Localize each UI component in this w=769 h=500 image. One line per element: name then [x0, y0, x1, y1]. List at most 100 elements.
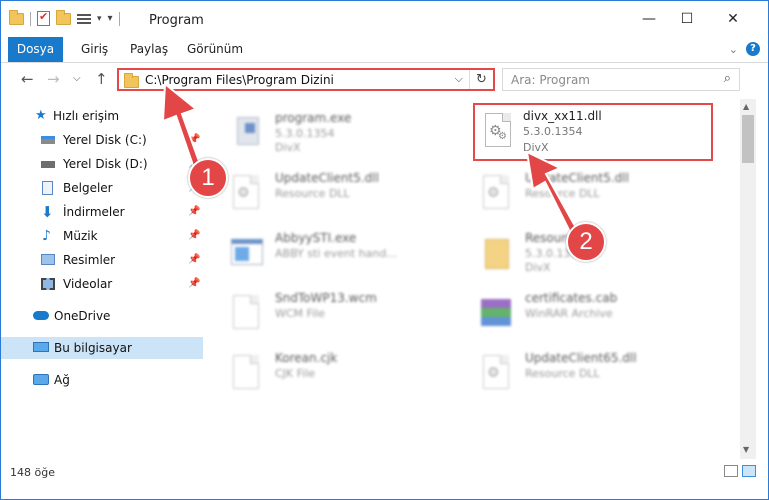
nav-item-onedrive[interactable]: OneDrive — [1, 305, 203, 327]
music-icon: ♪ — [42, 228, 51, 244]
file-tile[interactable]: Korean.cjk CJK File — [215, 343, 455, 401]
file-tile[interactable]: ⚙ UpdateClient65.dll Resource DLL — [465, 343, 705, 401]
pin-icon[interactable]: 📌 — [188, 273, 200, 295]
file-tile-highlighted[interactable]: ⚙ ⚙ divx_xx11.dll 5.3.0.1354 DivX — [473, 103, 713, 161]
file-tile[interactable]: ⚙ UpdateClient5.dll Resource DLL — [465, 163, 705, 221]
title-bar: ▾ ▾ Program — ☐ ✕ — [1, 1, 768, 37]
file-version: 5.3.0.1354 — [275, 127, 335, 140]
tiles-view-icon[interactable] — [742, 465, 756, 477]
file-tile[interactable]: ⚙ UpdateClient5.dll Resource DLL — [215, 163, 455, 221]
folder-icon — [124, 73, 139, 88]
maximize-button[interactable]: ☐ — [677, 9, 697, 29]
dll-icon: ⚙ — [479, 353, 513, 393]
dll-icon: ⚙ — [229, 173, 263, 213]
tab-dosya[interactable]: Dosya — [8, 37, 63, 62]
nav-item-label: Bu bilgisayar — [54, 341, 132, 355]
back-button[interactable]: ← — [21, 70, 34, 88]
quick-access-toolbar: ▾ ▾ — [9, 9, 120, 26]
details-view-icon[interactable] — [724, 465, 738, 477]
file-tile[interactable]: program.exe 5.3.0.1354 DivX — [215, 103, 455, 161]
nav-item-label: Belgeler — [63, 181, 113, 195]
folder-icon — [9, 9, 24, 25]
help-icon[interactable]: ? — [746, 42, 760, 56]
nav-item-label: Yerel Disk (C:) — [63, 133, 147, 147]
file-name: UpdateClient5.dll — [525, 171, 629, 185]
address-dropdown-icon[interactable]: ⌵ — [455, 72, 463, 86]
nav-item-pictures[interactable]: Resimler 📌 — [1, 249, 203, 271]
up-button[interactable]: ↑ — [95, 70, 108, 88]
file-company: DivX — [523, 141, 549, 154]
exe-window-icon — [229, 233, 263, 273]
nav-item-quick-access[interactable]: ★ Hızlı erişim — [1, 105, 203, 127]
customize-toolbar-chevron-icon[interactable]: ▾ — [97, 14, 102, 24]
pin-icon[interactable]: 📌 — [188, 201, 200, 223]
tab-gorunum[interactable]: Görünüm — [173, 37, 257, 62]
nav-item-music[interactable]: ♪ Müzik 📌 — [1, 225, 203, 247]
search-icon[interactable]: ⌕ — [724, 71, 731, 86]
status-bar: 148 öğe — [1, 461, 768, 499]
nav-item-local-disk-d[interactable]: Yerel Disk (D:) 📌 — [1, 153, 203, 175]
pin-toolbar-icon[interactable]: ▾ — [108, 13, 113, 24]
forward-button[interactable]: → — [47, 70, 60, 88]
window-title: Program — [149, 13, 204, 28]
refresh-button[interactable]: ↻ — [469, 70, 493, 89]
pictures-icon — [41, 254, 55, 265]
nav-item-network[interactable]: Ağ — [1, 369, 203, 391]
recent-locations-button[interactable]: ⌵ — [73, 73, 81, 84]
scroll-up-icon[interactable]: ▲ — [743, 102, 749, 111]
search-input[interactable]: Ara: Program — [511, 73, 590, 87]
vertical-scrollbar[interactable]: ▲ ▼ — [740, 99, 756, 459]
file-name: AbbyySTI.exe — [275, 231, 357, 245]
file-tile[interactable]: SndToWP13.wcm WCM File — [215, 283, 455, 341]
pin-icon[interactable]: 📌 — [188, 129, 200, 151]
item-count: 148 öğe — [10, 466, 55, 479]
toolbar-divider — [30, 11, 31, 26]
callout-badge-1: 1 — [188, 158, 228, 198]
archive-icon — [479, 233, 513, 273]
properties-check-icon[interactable] — [37, 10, 50, 26]
toolbar-divider — [118, 11, 120, 26]
search-box[interactable]: Ara: Program ⌕ — [502, 68, 740, 91]
new-folder-icon[interactable] — [56, 9, 71, 25]
dll-icon: ⚙ ⚙ — [481, 111, 515, 151]
file-description: Resource DLL — [275, 187, 350, 200]
nav-item-label: Müzik — [63, 229, 98, 243]
file-type: WinRAR Archive — [525, 307, 613, 320]
file-type: WCM File — [275, 307, 325, 320]
ribbon-right-controls: ⌄ ? — [729, 42, 760, 56]
file-description: ABBY sti event hand... — [275, 247, 397, 260]
close-button[interactable]: ✕ — [723, 9, 743, 29]
exe-icon — [229, 113, 263, 153]
file-type: CJK File — [275, 367, 316, 380]
star-icon: ★ — [35, 108, 47, 123]
drive-icon — [41, 136, 55, 144]
documents-icon — [42, 181, 53, 195]
nav-item-documents[interactable]: Belgeler 📌 — [1, 177, 203, 199]
tab-giris[interactable]: Giriş — [67, 37, 122, 62]
file-name: UpdateClient65.dll — [525, 351, 637, 365]
scroll-thumb[interactable] — [742, 115, 754, 163]
navigation-pane: ★ Hızlı erişim Yerel Disk (C:) 📌 Yerel D… — [1, 99, 203, 459]
pin-icon[interactable]: 📌 — [188, 225, 200, 247]
pin-icon[interactable]: 📌 — [188, 249, 200, 271]
nav-item-local-disk-c[interactable]: Yerel Disk (C:) 📌 — [1, 129, 203, 151]
explorer-window: ▾ ▾ Program — ☐ ✕ Dosya Giriş Paylaş Gör… — [0, 0, 769, 500]
scroll-down-icon[interactable]: ▼ — [743, 445, 749, 454]
file-tile[interactable]: AbbyySTI.exe ABBY sti event hand... — [215, 223, 455, 281]
file-name: SndToWP13.wcm — [275, 291, 377, 305]
nav-item-videos[interactable]: Videolar 📌 — [1, 273, 203, 295]
nav-item-label: Ağ — [54, 373, 70, 387]
drive-icon — [41, 161, 55, 168]
minimize-button[interactable]: — — [639, 9, 659, 29]
nav-item-this-pc[interactable]: Bu bilgisayar — [1, 337, 203, 359]
callout-badge-2: 2 — [566, 222, 606, 262]
nav-item-downloads[interactable]: ⬇ İndirmeler 📌 — [1, 201, 203, 223]
file-list: program.exe 5.3.0.1354 DivX ⚙ ⚙ divx_xx1… — [215, 99, 740, 459]
address-bar[interactable]: C:\Program Files\Program Dizini ⌵ ↻ — [117, 68, 495, 91]
file-name: divx_xx11.dll — [523, 109, 602, 123]
chevron-down-icon[interactable]: ⌄ — [729, 43, 738, 56]
properties-icon[interactable] — [77, 13, 91, 25]
address-path[interactable]: C:\Program Files\Program Dizini — [145, 73, 334, 87]
file-name: program.exe — [275, 111, 352, 125]
file-tile[interactable]: certificates.cab WinRAR Archive — [465, 283, 705, 341]
